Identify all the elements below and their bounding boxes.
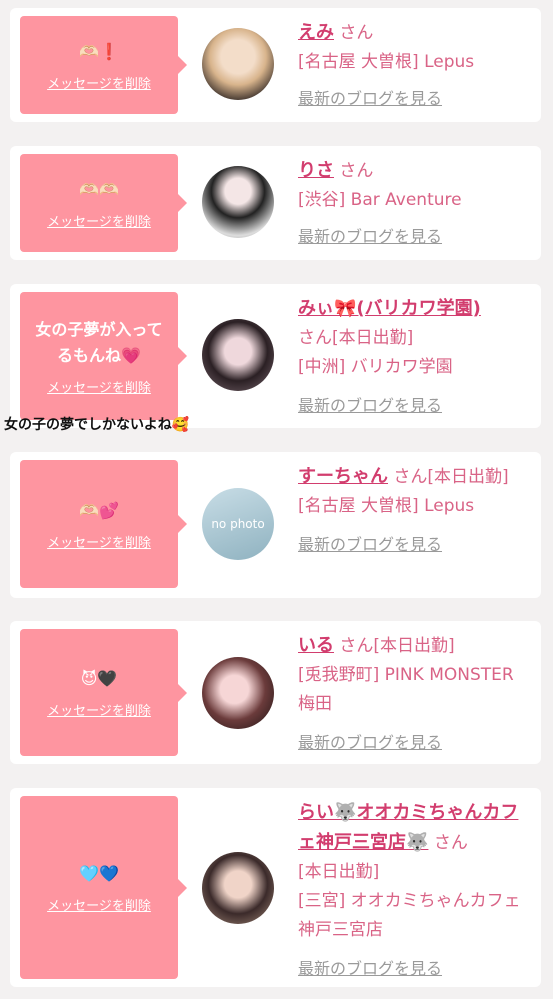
delete-message-link[interactable]: メッセージを削除	[47, 211, 151, 230]
message-bubble: 🫶🏻💕 メッセージを削除	[20, 460, 187, 588]
location-text: [渋谷] Bar Aventure	[298, 190, 462, 210]
avatar[interactable]	[202, 28, 274, 100]
blog-link[interactable]: 最新のブログを見る	[298, 222, 530, 251]
profile-name-link[interactable]: りさ	[298, 160, 334, 181]
delete-message-link[interactable]: メッセージを削除	[47, 895, 151, 914]
profile-info: みぃ🎀(バリカワ学園) さん[本日出勤] [中洲] バリカワ学園 最新のブログを…	[298, 294, 530, 420]
message-bubble: 😈🖤 メッセージを削除	[20, 629, 187, 756]
delete-message-link[interactable]: メッセージを削除	[47, 700, 151, 719]
message-bubble: 🩵💙 メッセージを削除	[20, 796, 187, 979]
avatar[interactable]	[202, 166, 274, 238]
profile-info: らい🐺オオカミちゃんカフェ神戸三宮店🐺 さん [本日出勤] [三宮] オオカミち…	[298, 798, 530, 983]
blog-link[interactable]: 最新のブログを見る	[298, 954, 530, 983]
profile-info: いる さん[本日出勤] [兎我野町] PINK MONSTER梅田 最新のブログ…	[298, 631, 530, 757]
message-card: 🩵💙 メッセージを削除 らい🐺オオカミちゃんカフェ神戸三宮店🐺 さん [本日出勤…	[10, 788, 541, 987]
profile-info: えみ さん [名古屋 大曽根] Lepus 最新のブログを見る	[298, 18, 530, 113]
avatar[interactable]	[202, 657, 274, 729]
message-card: 😈🖤 メッセージを削除 いる さん[本日出勤] [兎我野町] PINK MONS…	[10, 621, 541, 764]
blog-link[interactable]: 最新のブログを見る	[298, 84, 530, 113]
profile-name-link[interactable]: らい🐺オオカミちゃんカフェ神戸三宮店🐺	[298, 802, 518, 853]
location-text: [兎我野町] PINK MONSTER梅田	[298, 665, 514, 714]
message-bubble: 🫶🏻❗ メッセージを削除	[20, 16, 187, 114]
message-card: 🫶🏻💕 メッセージを削除 no photo すーちゃん さん[本日出勤] [名古…	[10, 452, 541, 598]
profile-info: りさ さん [渋谷] Bar Aventure 最新のブログを見る	[298, 156, 530, 251]
location-text: [三宮] オオカミちゃんカフェ神戸三宮店	[298, 891, 521, 940]
message-bubble: 🫶🏻🫶🏻 メッセージを削除	[20, 154, 187, 252]
profile-name-link[interactable]: みぃ🎀(バリカワ学園)	[298, 298, 481, 319]
honorific: さん[本日出勤]	[298, 328, 414, 348]
profile-name-link[interactable]: いる	[298, 635, 334, 656]
message-card: 女の子夢が入ってるもんね💗 メッセージを削除 みぃ🎀(バリカワ学園) さん[本日…	[10, 284, 541, 428]
delete-message-link[interactable]: メッセージを削除	[47, 377, 151, 396]
avatar[interactable]	[202, 319, 274, 391]
no-photo-text: no photo	[211, 517, 265, 531]
honorific: さん	[433, 833, 468, 853]
message-card: 🫶🏻🫶🏻 メッセージを削除 りさ さん [渋谷] Bar Aventure 最新…	[10, 146, 541, 260]
honorific: さん[本日出勤]	[393, 467, 509, 487]
avatar-placeholder[interactable]: no photo	[202, 488, 274, 560]
profile-name-link[interactable]: すーちゃん	[298, 466, 388, 487]
honorific: さん	[339, 23, 374, 43]
message-text: 女の子夢が入ってるもんね💗	[35, 319, 163, 365]
delete-message-link[interactable]: メッセージを削除	[47, 532, 151, 551]
overlay-caption: 女の子の夢でしかないよね🥰	[4, 417, 190, 433]
profile-info: すーちゃん さん[本日出勤] [名古屋 大曽根] Lepus 最新のブログを見る	[298, 462, 530, 559]
honorific: さん	[339, 161, 374, 181]
message-card: 🫶🏻❗ メッセージを削除 えみ さん [名古屋 大曽根] Lepus 最新のブロ…	[10, 8, 541, 122]
message-text: 🫶🏻❗	[79, 41, 119, 61]
blog-link[interactable]: 最新のブログを見る	[298, 391, 530, 420]
status-text: [本日出勤]	[298, 862, 380, 882]
avatar[interactable]	[202, 852, 274, 924]
message-bubble: 女の子夢が入ってるもんね💗 メッセージを削除	[20, 292, 187, 420]
message-text: 🫶🏻💕	[79, 500, 119, 520]
profile-name-link[interactable]: えみ	[298, 22, 334, 43]
message-text: 🫶🏻🫶🏻	[79, 179, 119, 199]
message-text: 😈🖤	[80, 669, 118, 688]
message-text: 🩵💙	[79, 864, 119, 883]
blog-link[interactable]: 最新のブログを見る	[298, 728, 530, 757]
location-text: [中洲] バリカワ学園	[298, 357, 453, 377]
blog-link[interactable]: 最新のブログを見る	[298, 530, 530, 559]
location-text: [名古屋 大曽根] Lepus	[298, 496, 475, 516]
honorific: さん[本日出勤]	[339, 636, 455, 656]
location-text: [名古屋 大曽根] Lepus	[298, 52, 475, 72]
delete-message-link[interactable]: メッセージを削除	[47, 73, 151, 92]
